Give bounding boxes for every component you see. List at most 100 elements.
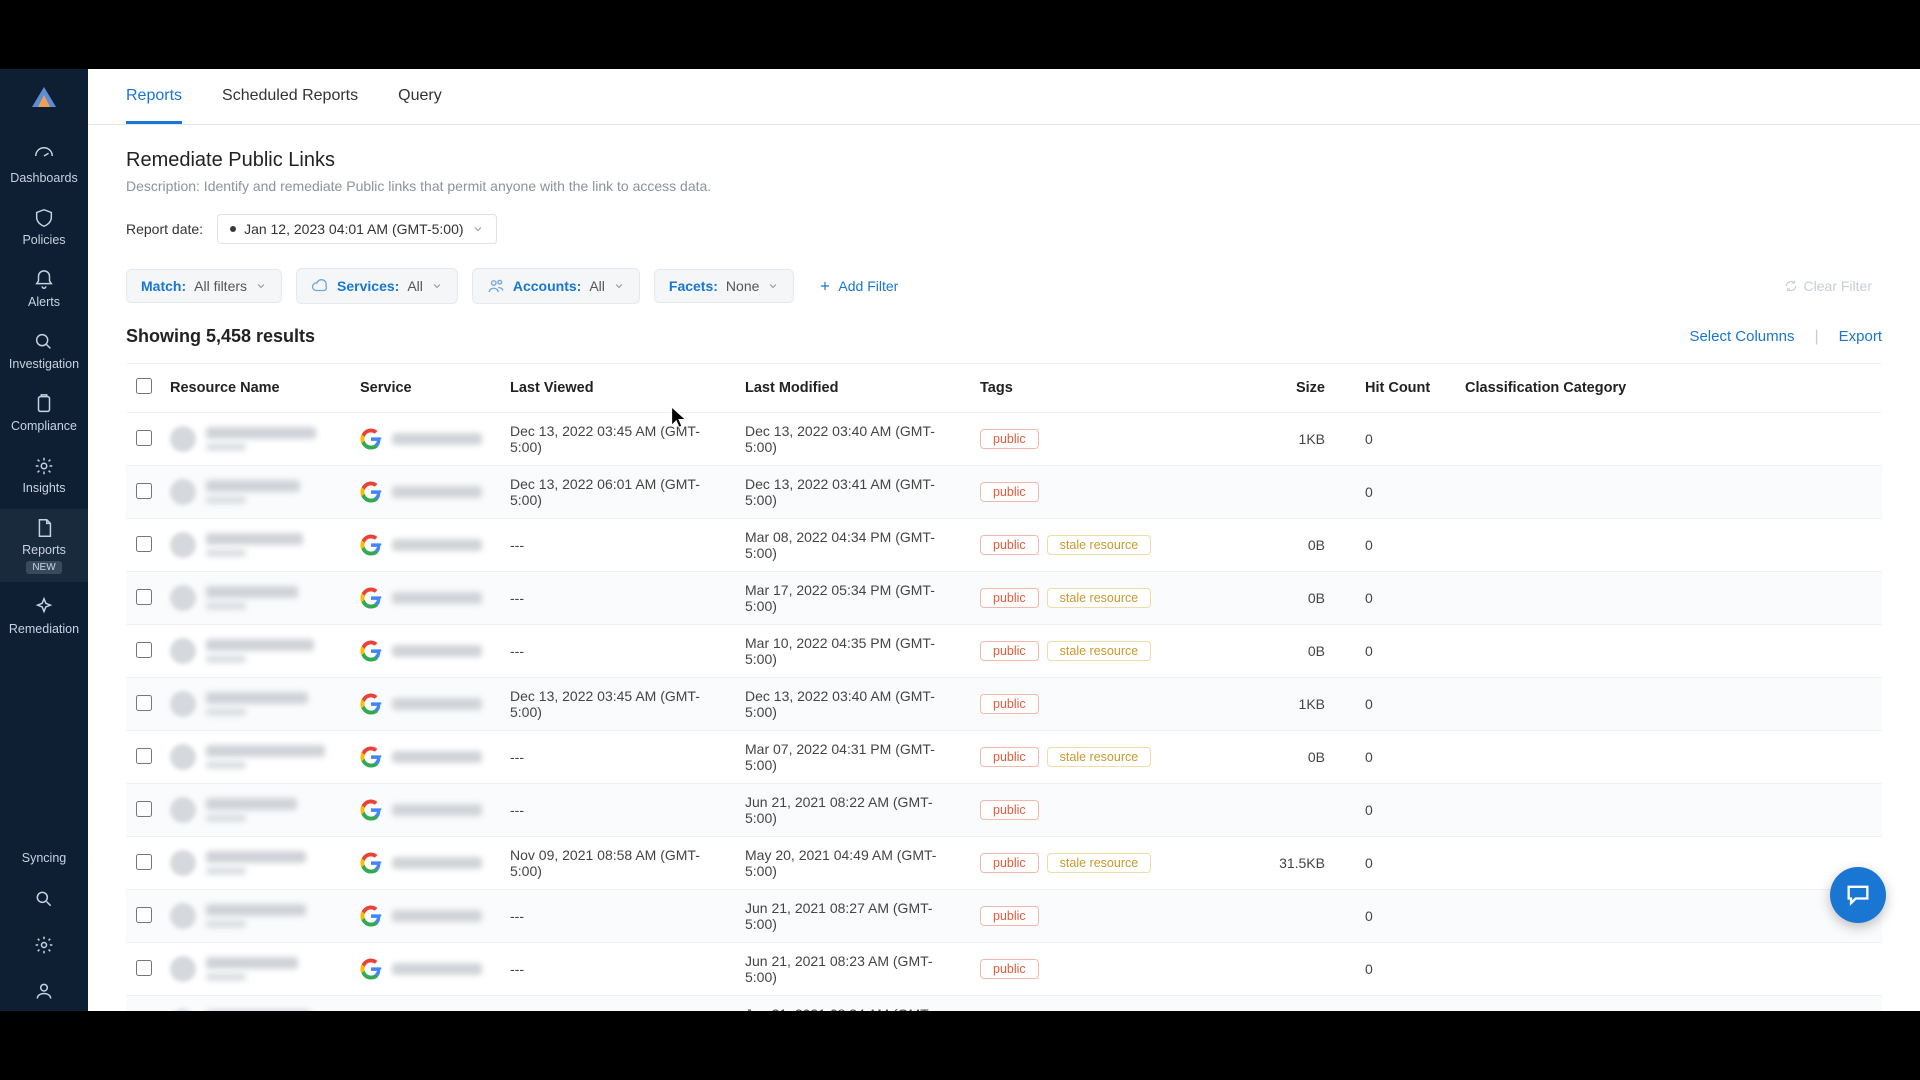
table-row[interactable]: --- Mar 17, 2022 05:34 PM (GMT-5:00) pub… <box>126 572 1882 625</box>
table-row[interactable]: Nov 09, 2021 08:58 AM (GMT-5:00) May 20,… <box>126 837 1882 890</box>
nav-insights[interactable]: Insights <box>0 447 88 503</box>
nav-alerts[interactable]: Alerts <box>0 261 88 317</box>
row-checkbox[interactable] <box>136 430 152 446</box>
chevron-down-icon <box>255 280 267 292</box>
last-modified-cell: Dec 13, 2022 03:40 AM (GMT-5:00) <box>735 413 970 466</box>
classification-cell <box>1455 943 1882 996</box>
nav-policies[interactable]: Policies <box>0 199 88 255</box>
table-row[interactable]: Dec 13, 2022 06:01 AM (GMT-5:00) Dec 13,… <box>126 466 1882 519</box>
nav-investigation[interactable]: Investigation <box>0 323 88 379</box>
nav-label: Policies <box>22 233 65 247</box>
table-row[interactable]: Dec 13, 2022 03:45 AM (GMT-5:00) Dec 13,… <box>126 413 1882 466</box>
gear-icon <box>34 935 54 955</box>
nav-search[interactable] <box>0 879 88 919</box>
row-checkbox[interactable] <box>136 960 152 976</box>
row-checkbox[interactable] <box>136 642 152 658</box>
main-content: Reports Scheduled Reports Query Remediat… <box>88 69 1920 1011</box>
row-checkbox[interactable] <box>136 483 152 499</box>
col-last-viewed[interactable]: Last Viewed <box>500 364 735 413</box>
table-row[interactable]: Dec 13, 2022 03:45 AM (GMT-5:00) Dec 13,… <box>126 678 1882 731</box>
nav-remediation[interactable]: Remediation <box>0 588 88 644</box>
clipboard-icon <box>33 393 55 415</box>
clear-filter-button[interactable]: Clear Filter <box>1774 270 1882 302</box>
nav-dashboards[interactable]: Dashboards <box>0 137 88 193</box>
shield-icon <box>33 207 55 229</box>
tab-scheduled-reports[interactable]: Scheduled Reports <box>222 69 358 124</box>
classification-cell <box>1455 625 1882 678</box>
google-icon <box>360 746 382 768</box>
nav-settings[interactable] <box>0 925 88 965</box>
size-cell <box>1245 784 1355 837</box>
row-checkbox[interactable] <box>136 854 152 870</box>
user-icon <box>34 981 54 1001</box>
row-checkbox[interactable] <box>136 748 152 764</box>
tags-cell: public <box>970 943 1245 996</box>
nav-compliance[interactable]: Compliance <box>0 385 88 441</box>
add-filter-button[interactable]: Add Filter <box>808 270 908 302</box>
table-row[interactable]: --- Mar 10, 2022 04:35 PM (GMT-5:00) pub… <box>126 625 1882 678</box>
filter-services[interactable]: Services: All <box>296 268 458 304</box>
tab-query[interactable]: Query <box>398 69 442 124</box>
tags-cell: publicstale resource <box>970 519 1245 572</box>
col-hit-count[interactable]: Hit Count <box>1355 364 1455 413</box>
filter-val: All filters <box>194 278 247 294</box>
row-checkbox[interactable] <box>136 589 152 605</box>
add-filter-label: Add Filter <box>838 278 898 294</box>
table-row[interactable]: --- Jun 21, 2021 08:22 AM (GMT-5:00) pub… <box>126 784 1882 837</box>
page-description: Description: Identify and remediate Publ… <box>126 178 1882 194</box>
col-service[interactable]: Service <box>350 364 500 413</box>
filter-accounts[interactable]: Accounts: All <box>472 268 640 304</box>
last-modified-cell: May 20, 2021 04:49 AM (GMT-5:00) <box>735 837 970 890</box>
last-viewed-cell: --- <box>500 625 735 678</box>
size-cell: 0B <box>1245 519 1355 572</box>
size-cell: 0B <box>1245 625 1355 678</box>
google-icon <box>360 905 382 927</box>
filter-match[interactable]: Match: All filters <box>126 269 282 303</box>
col-size[interactable]: Size <box>1245 364 1355 413</box>
tag-stale: stale resource <box>1047 747 1152 767</box>
classification-cell <box>1455 890 1882 943</box>
nav-label: Compliance <box>11 419 77 433</box>
chat-fab[interactable] <box>1830 867 1886 923</box>
row-checkbox[interactable] <box>136 695 152 711</box>
hit-count-cell: 0 <box>1355 837 1455 890</box>
chevron-down-icon <box>472 223 484 235</box>
tag-public: public <box>980 482 1039 502</box>
tag-public: public <box>980 853 1039 873</box>
table-row[interactable]: --- Jun 21, 2021 08:24 AM (GMT-5:00) pub… <box>126 996 1882 1012</box>
gauge-icon <box>33 145 55 167</box>
table-row[interactable]: --- Jun 21, 2021 08:27 AM (GMT-5:00) pub… <box>126 890 1882 943</box>
col-resource-name[interactable]: Resource Name <box>160 364 350 413</box>
tags-cell: publicstale resource <box>970 572 1245 625</box>
filter-facets[interactable]: Facets: None <box>654 269 795 303</box>
hit-count-cell: 0 <box>1355 519 1455 572</box>
last-viewed-cell: Dec 13, 2022 03:45 AM (GMT-5:00) <box>500 413 735 466</box>
col-last-modified[interactable]: Last Modified <box>735 364 970 413</box>
export-button[interactable]: Export <box>1839 328 1882 345</box>
select-columns-button[interactable]: Select Columns <box>1689 328 1794 345</box>
last-modified-cell: Jun 21, 2021 08:22 AM (GMT-5:00) <box>735 784 970 837</box>
table-row[interactable]: --- Mar 08, 2022 04:34 PM (GMT-5:00) pub… <box>126 519 1882 572</box>
tags-cell: public <box>970 678 1245 731</box>
select-all-checkbox[interactable] <box>136 378 152 394</box>
sparkle-icon <box>33 596 55 618</box>
col-classification[interactable]: Classification Category <box>1455 364 1882 413</box>
nav-profile[interactable] <box>0 971 88 1011</box>
resource-name-redacted <box>170 479 340 505</box>
row-checkbox[interactable] <box>136 801 152 817</box>
report-date-dropdown[interactable]: Jan 12, 2023 04:01 AM (GMT-5:00) <box>217 214 496 244</box>
row-checkbox[interactable] <box>136 907 152 923</box>
last-modified-cell: Mar 08, 2022 04:34 PM (GMT-5:00) <box>735 519 970 572</box>
row-checkbox[interactable] <box>136 536 152 552</box>
resource-name-redacted <box>170 850 340 876</box>
table-row[interactable]: --- Jun 21, 2021 08:23 AM (GMT-5:00) pub… <box>126 943 1882 996</box>
tag-stale: stale resource <box>1047 853 1152 873</box>
last-viewed-cell: Dec 13, 2022 03:45 AM (GMT-5:00) <box>500 678 735 731</box>
table-row[interactable]: --- Mar 07, 2022 04:31 PM (GMT-5:00) pub… <box>126 731 1882 784</box>
nav-reports[interactable]: Reports NEW <box>0 509 88 582</box>
tab-reports[interactable]: Reports <box>126 69 182 124</box>
size-cell: 0B <box>1245 572 1355 625</box>
col-tags[interactable]: Tags <box>970 364 1245 413</box>
last-modified-cell: Mar 17, 2022 05:34 PM (GMT-5:00) <box>735 572 970 625</box>
last-viewed-cell: Nov 09, 2021 08:58 AM (GMT-5:00) <box>500 837 735 890</box>
